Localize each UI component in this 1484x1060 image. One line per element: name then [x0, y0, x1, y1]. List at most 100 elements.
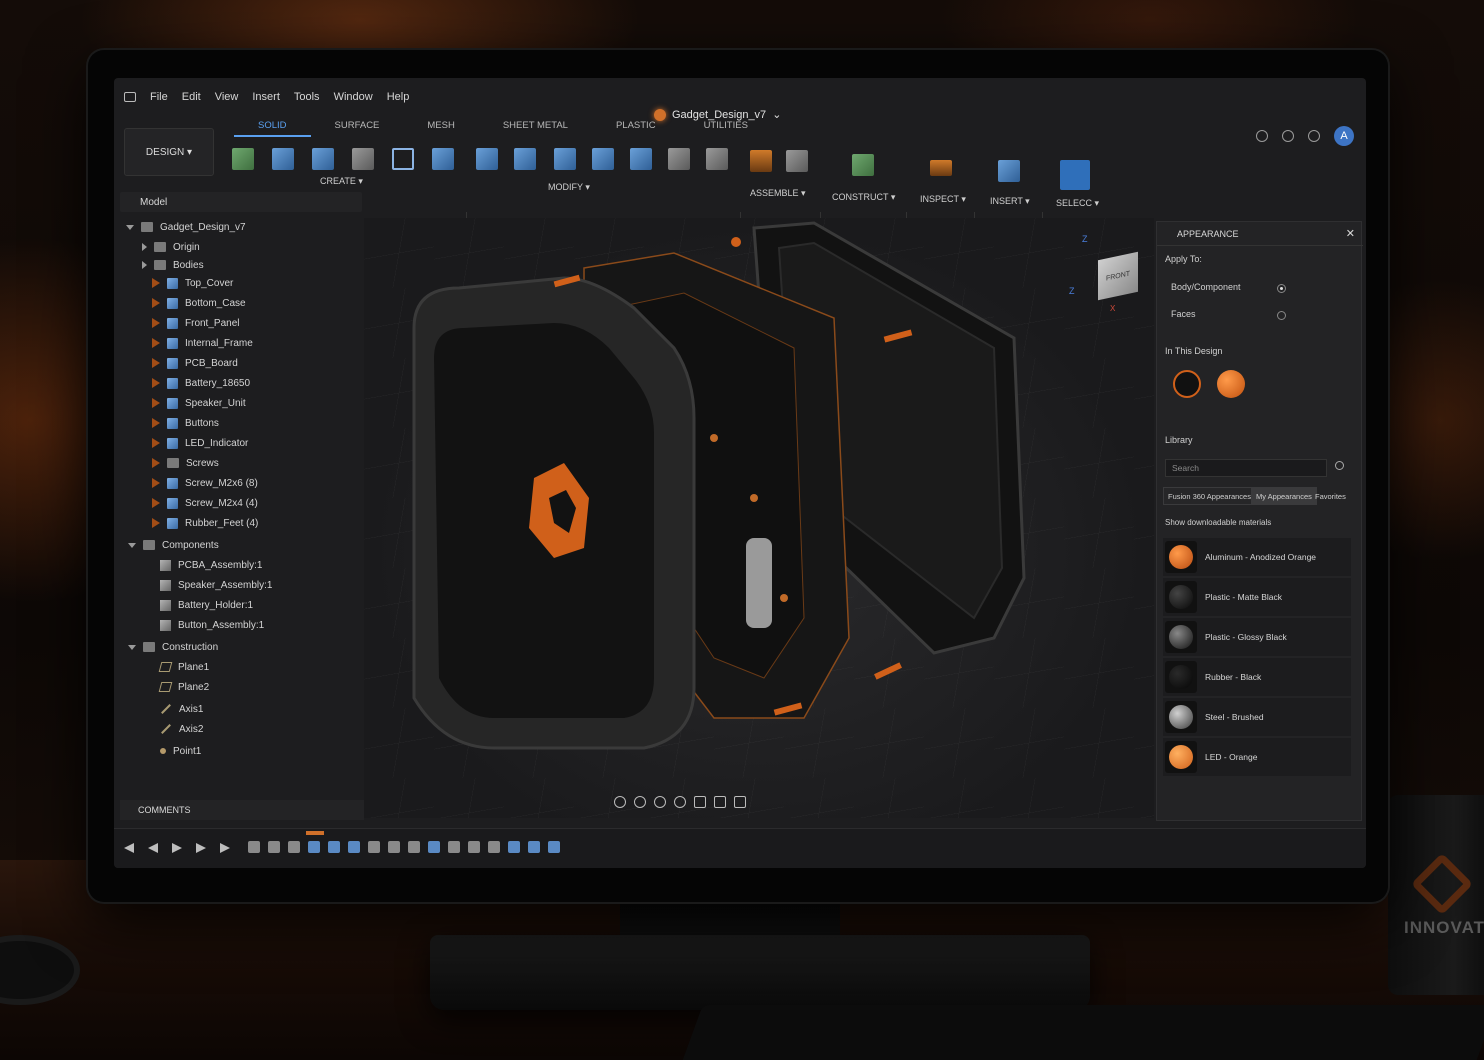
material-row[interactable]: LED - Orange	[1163, 738, 1351, 776]
tab-sheet-metal[interactable]: SHEET METAL	[479, 120, 592, 137]
visibility-icon[interactable]	[152, 338, 160, 348]
browser-header[interactable]: Model	[120, 192, 362, 212]
tree-item[interactable]: Bodies	[142, 256, 204, 274]
tree-item[interactable]: PCB_Board	[152, 354, 238, 372]
timeline-feature-icon[interactable]	[328, 841, 340, 853]
apply-body-radio[interactable]	[1277, 284, 1286, 293]
tree-item[interactable]: Internal_Frame	[152, 334, 253, 352]
collapse-icon[interactable]	[128, 644, 136, 650]
apply-faces-radio[interactable]	[1277, 311, 1286, 320]
tree-item[interactable]: Bottom_Case	[152, 294, 246, 312]
tab-my-appearances[interactable]: My Appearances	[1251, 487, 1317, 505]
design-swatch-black[interactable]	[1173, 370, 1201, 398]
visibility-icon[interactable]	[152, 378, 160, 388]
show-downloadable-toggle[interactable]: Show downloadable materials	[1165, 518, 1271, 527]
insert-image-icon[interactable]	[998, 160, 1020, 182]
menu-insert[interactable]: Insert	[252, 91, 280, 103]
collapse-icon[interactable]	[126, 224, 134, 230]
tree-component[interactable]: PCBA_Assembly:1	[160, 556, 262, 574]
visibility-icon[interactable]	[152, 498, 160, 508]
previous-step-icon[interactable]	[148, 843, 158, 853]
cylinder-icon[interactable]	[352, 148, 374, 170]
visibility-icon[interactable]	[152, 478, 160, 488]
menu-view[interactable]: View	[215, 91, 239, 103]
combine-icon[interactable]	[592, 148, 614, 170]
timeline-feature-icon[interactable]	[368, 841, 380, 853]
visibility-icon[interactable]	[152, 458, 160, 468]
design-swatch-orange[interactable]	[1217, 370, 1245, 398]
display-settings-icon[interactable]	[694, 796, 706, 808]
timeline-feature-icon[interactable]	[428, 841, 440, 853]
timeline-feature-icon[interactable]	[468, 841, 480, 853]
tab-fusion-appearances[interactable]: Fusion 360 Appearances	[1163, 487, 1256, 505]
menu-window[interactable]: Window	[334, 91, 373, 103]
visibility-icon[interactable]	[152, 358, 160, 368]
timeline-feature-icon[interactable]	[388, 841, 400, 853]
timeline-feature-icon[interactable]	[268, 841, 280, 853]
timeline-feature-icon[interactable]	[348, 841, 360, 853]
viewcube[interactable]: FRONT	[1098, 251, 1138, 301]
comments-panel[interactable]: COMMENTS	[120, 800, 364, 820]
modify-group-label[interactable]: MODIFY ▾	[548, 182, 590, 193]
construct-group-label[interactable]: CONSTRUCT ▾	[832, 192, 895, 203]
tree-item[interactable]: Speaker_Unit	[152, 394, 246, 412]
joint-icon[interactable]	[786, 150, 808, 172]
expand-icon[interactable]	[142, 243, 147, 251]
tree-construction-item[interactable]: Axis1	[160, 700, 203, 718]
timeline-feature-icon[interactable]	[408, 841, 420, 853]
apply-option-body[interactable]: Body/Component	[1171, 282, 1241, 292]
tab-solid[interactable]: SOLID	[234, 120, 311, 137]
tree-item[interactable]: Screws	[152, 454, 219, 472]
tab-surface[interactable]: SURFACE	[311, 120, 404, 137]
search-icon[interactable]	[1335, 461, 1344, 470]
help-icon[interactable]	[1308, 130, 1320, 142]
menu-edit[interactable]: Edit	[182, 91, 201, 103]
shell-icon[interactable]	[554, 148, 576, 170]
expand-icon[interactable]	[142, 261, 147, 269]
tree-construction-item[interactable]: Plane2	[158, 678, 209, 696]
app-menu-icon[interactable]	[124, 92, 136, 102]
tree-item[interactable]: Top_Cover	[152, 274, 233, 292]
move-icon[interactable]	[706, 148, 728, 170]
tree-item[interactable]: Screw_M2x6 (8)	[152, 474, 258, 492]
timeline-feature-icon[interactable]	[548, 841, 560, 853]
viewports-icon[interactable]	[734, 796, 746, 808]
visibility-icon[interactable]	[152, 298, 160, 308]
material-row[interactable]: Aluminum - Anodized Orange	[1163, 538, 1351, 576]
create-group-label[interactable]: CREATE ▾	[320, 176, 363, 187]
visibility-icon[interactable]	[152, 438, 160, 448]
tree-components-folder[interactable]: Components	[128, 536, 219, 554]
assemble-group-label[interactable]: ASSEMBLE ▾	[750, 188, 806, 199]
timeline-feature-icon[interactable]	[488, 841, 500, 853]
pan-icon[interactable]	[654, 796, 666, 808]
in-this-design-label[interactable]: In This Design	[1165, 346, 1222, 356]
inspect-group-label[interactable]: INSPECT ▾	[920, 194, 966, 205]
apply-option-faces[interactable]: Faces	[1171, 309, 1196, 319]
timeline-feature-icon[interactable]	[508, 841, 520, 853]
tree-construction-folder[interactable]: Construction	[128, 638, 218, 656]
3d-viewport[interactable]	[364, 218, 1154, 818]
tab-plastic[interactable]: PLASTIC	[592, 120, 680, 137]
visibility-icon[interactable]	[152, 398, 160, 408]
tree-component[interactable]: Button_Assembly:1	[160, 616, 264, 634]
timeline-feature-icon[interactable]	[528, 841, 540, 853]
library-label[interactable]: Library	[1165, 435, 1193, 445]
tree-root[interactable]: Gadget_Design_v7	[126, 218, 246, 236]
tree-item[interactable]: Screw_M2x4 (4)	[152, 494, 258, 512]
zoom-icon[interactable]	[674, 796, 686, 808]
library-search-input[interactable]: Search	[1165, 459, 1327, 477]
tree-construction-item[interactable]: Point1	[160, 742, 201, 760]
menu-file[interactable]: File	[150, 91, 168, 103]
tree-construction-item[interactable]: Plane1	[158, 658, 209, 676]
timeline-feature-icon[interactable]	[448, 841, 460, 853]
tab-favorites[interactable]: Favorites	[1311, 487, 1350, 505]
visibility-icon[interactable]	[152, 418, 160, 428]
last-step-icon[interactable]	[220, 843, 230, 853]
select-group-label[interactable]: SELECС ▾	[1056, 198, 1099, 209]
visibility-icon[interactable]	[152, 518, 160, 528]
tree-component[interactable]: Battery_Holder:1	[160, 596, 253, 614]
material-row[interactable]: Rubber - Black	[1163, 658, 1351, 696]
close-icon[interactable]: ✕	[1346, 227, 1355, 240]
material-row[interactable]: Plastic - Matte Black	[1163, 578, 1351, 616]
box-icon[interactable]	[312, 148, 334, 170]
